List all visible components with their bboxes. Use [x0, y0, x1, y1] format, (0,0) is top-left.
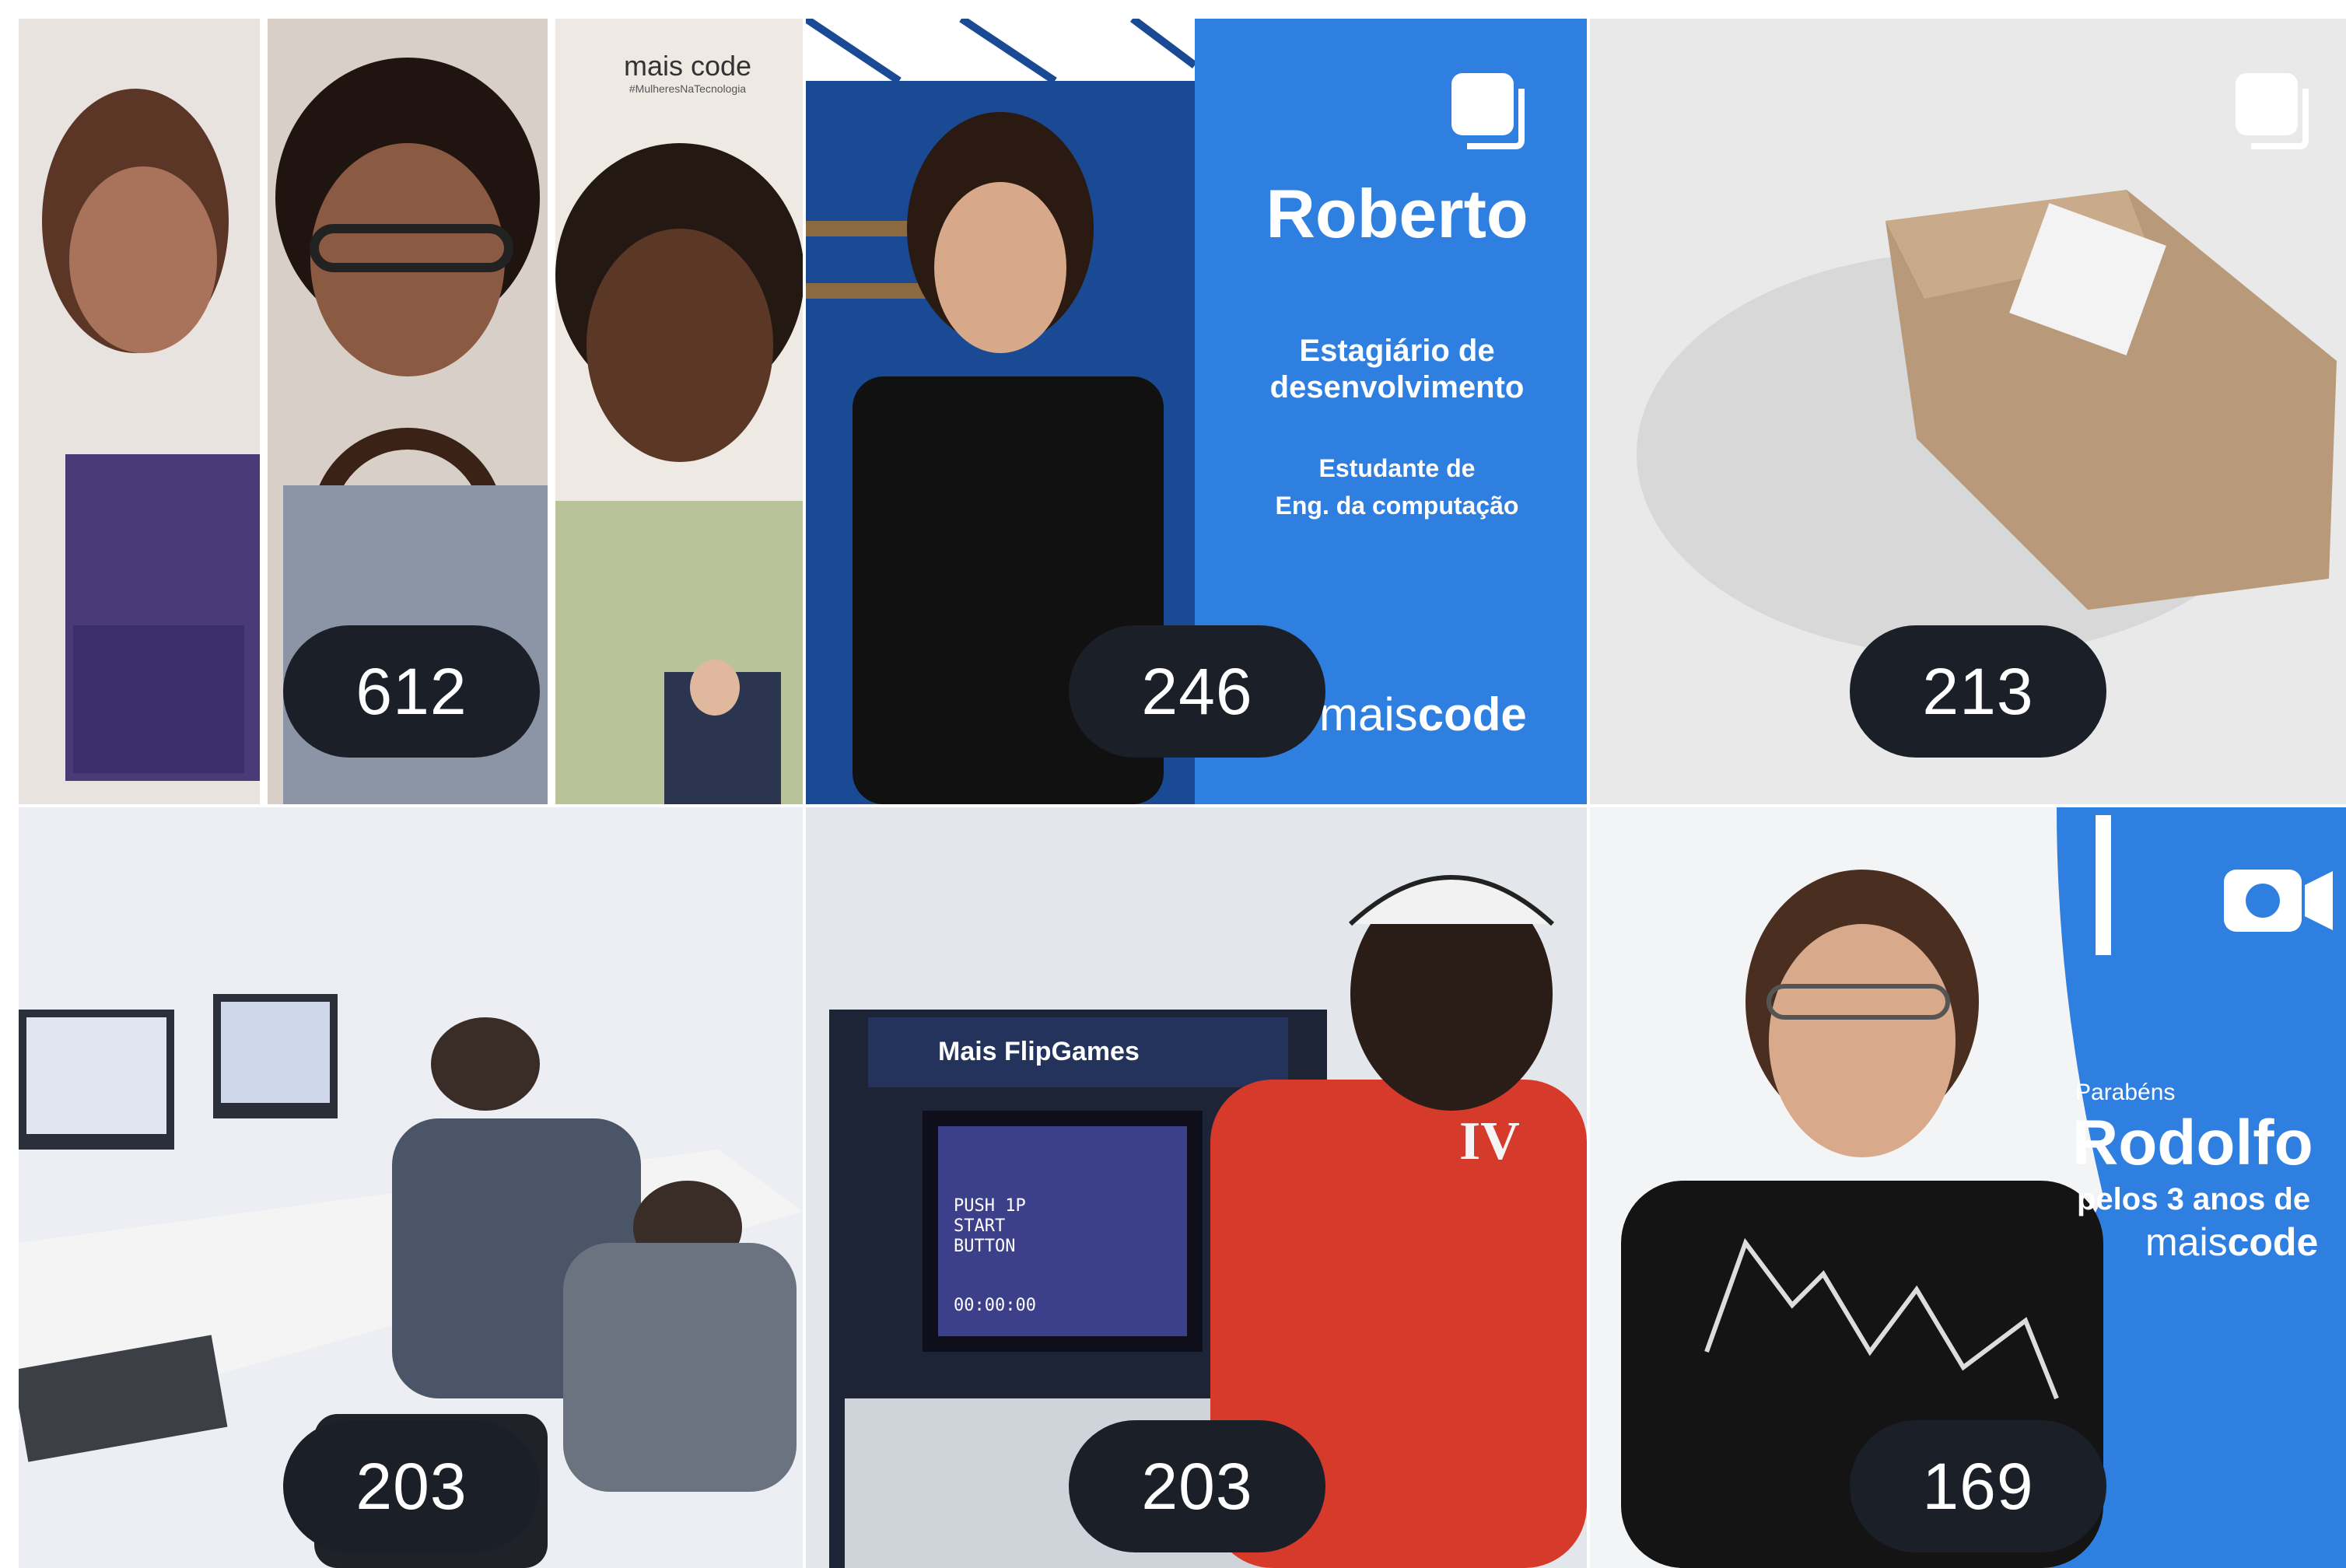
profile-name: Roberto: [1266, 175, 1528, 252]
multiple-posts-icon: [1451, 73, 1525, 149]
like-count: 612: [355, 654, 467, 728]
like-count-badge: 203: [1069, 1420, 1325, 1552]
video-camera-icon: [2224, 870, 2333, 932]
like-count-badge: 203: [283, 1420, 540, 1552]
brand-hashtag: #MulheresNaTecnologia: [629, 82, 747, 95]
brand-wordmark: maiscode: [2145, 1220, 2318, 1265]
posts-grid: mais code #MulheresNaTecnologia 612 Robe…: [0, 0, 2346, 1568]
post-tile-3[interactable]: 213: [1590, 19, 2346, 804]
post-tile-6[interactable]: Parabéns Rodolfo pelos 3 anos de maiscod…: [1590, 807, 2346, 1568]
like-count: 213: [1922, 654, 2034, 728]
study-line-2: Eng. da computação: [1275, 492, 1519, 520]
brand-part-b: code: [2227, 1220, 2319, 1264]
like-count-badge: 612: [283, 625, 540, 758]
like-count-badge: 213: [1850, 625, 2106, 758]
anniversary-text: pelos 3 anos de: [2077, 1182, 2311, 1216]
like-count: 246: [1141, 654, 1253, 728]
brand-logo: mais code #MulheresNaTecnologia: [579, 50, 797, 95]
brand-wordmark: maiscode: [1319, 688, 1527, 741]
study-line-1: Estudante de: [1318, 454, 1476, 482]
brand-name: mais code: [623, 50, 752, 82]
shirt-mark: IV: [1459, 1111, 1520, 1171]
brand-part-a: mais: [2145, 1220, 2228, 1264]
game-title: Mais FlipGames: [938, 1037, 1140, 1066]
post-tile-2[interactable]: Roberto Estagiário de desenvolvimento Es…: [806, 19, 1587, 804]
multiple-posts-icon: [2236, 73, 2309, 149]
screen-line-3: BUTTON: [954, 1237, 1016, 1256]
brand-part-b: code: [1417, 688, 1527, 740]
like-count: 203: [1141, 1449, 1253, 1523]
like-count-badge: 246: [1069, 625, 1325, 758]
honoree-name: Rodolfo: [2072, 1108, 2313, 1178]
brand-part-a: mais: [1319, 688, 1418, 740]
arcade-screen-text: PUSH 1P START BUTTON 00:00:00: [954, 1196, 1036, 1316]
like-count: 203: [355, 1449, 467, 1523]
screen-time: 00:00:00: [954, 1296, 1036, 1315]
role-line-1: Estagiário de: [1299, 334, 1495, 368]
post-tile-5[interactable]: Mais FlipGames PUSH 1P START BUTTON 00:0…: [806, 807, 1587, 1568]
congrats-label: Parabéns: [2075, 1080, 2176, 1105]
post-tile-4[interactable]: 203: [19, 807, 803, 1568]
post-tile-1[interactable]: mais code #MulheresNaTecnologia 612: [19, 19, 803, 804]
like-count: 169: [1922, 1449, 2034, 1523]
screen-line-1: PUSH 1P: [954, 1196, 1026, 1216]
like-count-badge: 169: [1850, 1420, 2106, 1552]
role-line-2: desenvolvimento: [1269, 370, 1525, 404]
screen-line-2: START: [954, 1216, 1006, 1236]
